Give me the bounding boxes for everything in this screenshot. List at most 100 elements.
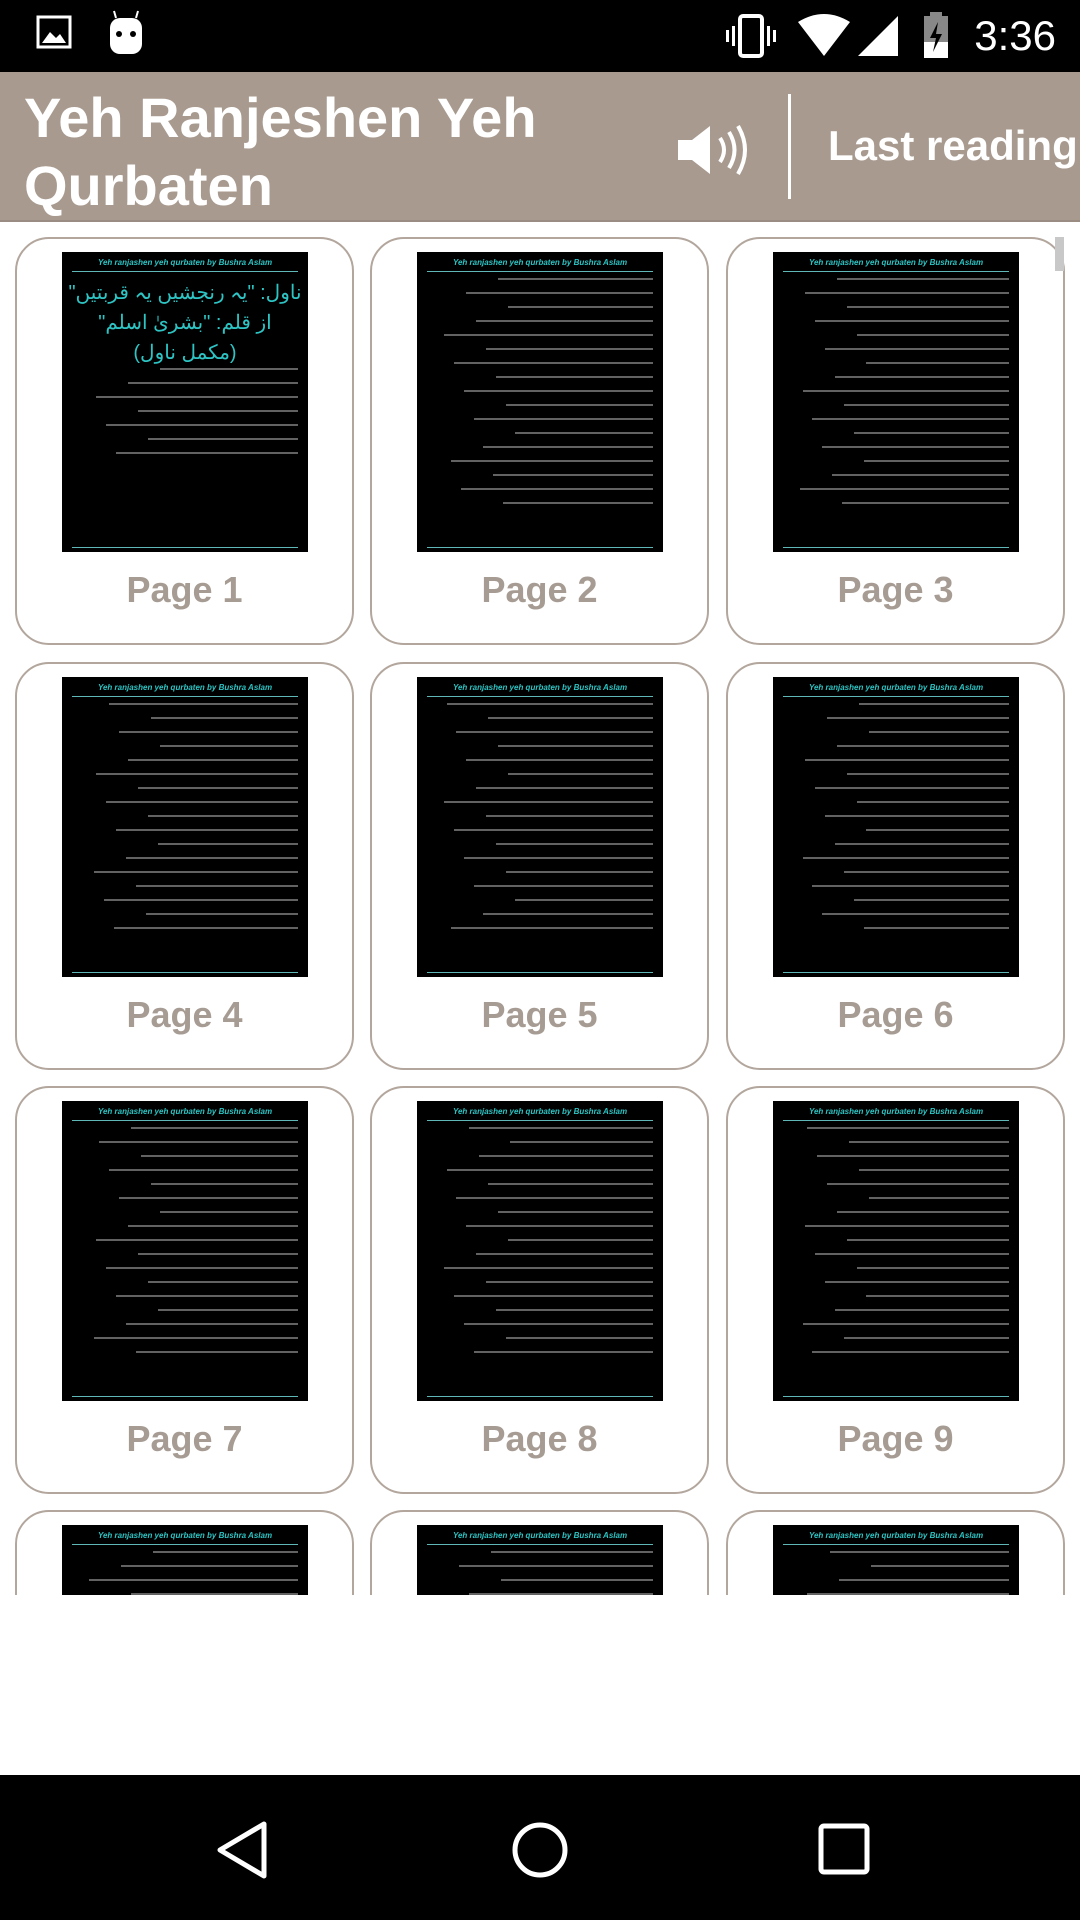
page-card[interactable]: Yeh ranjashen yeh qurbaten by Bushra Asl… xyxy=(370,662,709,1070)
text-line xyxy=(444,801,653,803)
text-line xyxy=(96,396,298,398)
divider xyxy=(427,271,653,272)
thumbnail-header: Yeh ranjashen yeh qurbaten by Bushra Asl… xyxy=(452,1531,628,1540)
text-line xyxy=(446,703,653,705)
text-line xyxy=(96,773,298,775)
text-line xyxy=(93,1337,298,1339)
text-line xyxy=(495,843,653,845)
page-thumbnail: Yeh ranjashen yeh qurbaten by Bushra Asl… xyxy=(773,677,1019,977)
battery-charging-icon xyxy=(924,12,948,58)
text-line xyxy=(832,474,1009,476)
text-line xyxy=(508,306,653,308)
text-line xyxy=(113,927,298,929)
last-reading-button[interactable]: Last reading xyxy=(828,122,1078,170)
text-line xyxy=(508,1239,653,1241)
text-line xyxy=(503,502,653,504)
text-line xyxy=(135,1351,298,1353)
text-line xyxy=(468,1593,653,1595)
text-line xyxy=(807,1127,1009,1129)
text-line xyxy=(476,1253,653,1255)
text-line xyxy=(859,1169,1009,1171)
thumbnail-header: Yeh ranjashen yeh qurbaten by Bushra Asl… xyxy=(808,258,984,267)
app-bar: Yeh Ranjeshen Yeh Qurbaten Last reading xyxy=(0,72,1080,222)
text-line xyxy=(453,362,653,364)
text-line xyxy=(160,745,298,747)
page-thumbnail: Yeh ranjashen yeh qurbaten by Bushra Asl… xyxy=(62,1525,308,1595)
home-icon[interactable] xyxy=(510,1820,570,1885)
text-line xyxy=(121,1565,298,1567)
back-icon[interactable] xyxy=(212,1820,272,1885)
text-line xyxy=(466,759,653,761)
thumbnail-header: Yeh ranjashen yeh qurbaten by Bushra Asl… xyxy=(97,1107,273,1116)
text-line xyxy=(483,446,653,448)
text-line xyxy=(89,1579,298,1581)
page-card[interactable]: Yeh ranjashen yeh qurbaten by Bushra Asl… xyxy=(726,1086,1065,1494)
text-line xyxy=(93,871,298,873)
text-line xyxy=(138,787,298,789)
divider xyxy=(72,547,298,548)
page-thumbnail: Yeh ranjashen yeh qurbaten by Bushra Asl… xyxy=(773,1525,1019,1595)
text-line xyxy=(812,418,1009,420)
page-card[interactable]: Yeh ranjashen yeh qurbaten by Bushra Asl… xyxy=(15,1510,354,1595)
text-line xyxy=(841,502,1009,504)
text-line xyxy=(859,703,1009,705)
text-line xyxy=(804,759,1009,761)
text-line xyxy=(856,334,1009,336)
page-grid: Yeh ranjashen yeh qurbaten by Bushra Asl… xyxy=(0,222,1080,1595)
text-line xyxy=(125,1323,298,1325)
text-line xyxy=(116,452,298,454)
thumbnail-header: Yeh ranjashen yeh qurbaten by Bushra Asl… xyxy=(808,1107,984,1116)
text-line xyxy=(466,292,653,294)
page-label: Page 4 xyxy=(126,994,243,1035)
divider xyxy=(427,1120,653,1121)
page-card[interactable]: Yeh ranjashen yeh qurbaten by Bushra Asl… xyxy=(726,1510,1065,1595)
text-line xyxy=(488,1183,653,1185)
page-label: Page 6 xyxy=(837,994,954,1035)
text-line xyxy=(822,913,1009,915)
page-card[interactable]: Yeh ranjashen yeh qurbaten by Bushra Asl… xyxy=(726,237,1065,645)
page-card[interactable]: Yeh ranjashen yeh qurbaten by Bushra Asl… xyxy=(370,1510,709,1595)
text-line xyxy=(128,1225,298,1227)
text-line xyxy=(864,927,1009,929)
page-thumbnail: Yeh ranjashen yeh qurbaten by Bushra Asl… xyxy=(62,252,308,552)
page-card[interactable]: Yeh ranjashen yeh qurbaten by Bushra Asl… xyxy=(15,662,354,1070)
page-card[interactable]: Yeh ranjashen yeh qurbaten by Bushra Asl… xyxy=(726,662,1065,1070)
thumbnail-header: Yeh ranjashen yeh qurbaten by Bushra Asl… xyxy=(452,258,628,267)
divider xyxy=(783,972,1009,973)
divider xyxy=(783,1544,1009,1545)
status-bar: 3:36 xyxy=(0,0,1080,72)
text-line xyxy=(804,292,1009,294)
divider xyxy=(72,271,298,272)
page-card[interactable]: Yeh ranjashen yeh qurbaten by Bushra Asl… xyxy=(15,1086,354,1494)
page-card[interactable]: Yeh ranjashen yeh qurbaten by Bushra Asl… xyxy=(15,237,354,645)
text-line xyxy=(814,320,1009,322)
scrollbar[interactable] xyxy=(1055,237,1064,271)
text-line xyxy=(485,1281,653,1283)
clock: 3:36 xyxy=(974,12,1056,59)
text-line xyxy=(498,278,653,280)
cover-line: ناول: "یہ رنجشیں یہ قربتیں" xyxy=(68,282,302,304)
page-thumbnail: Yeh ranjashen yeh qurbaten by Bushra Asl… xyxy=(773,252,1019,552)
text-line xyxy=(495,376,653,378)
page-label: Page 5 xyxy=(481,994,598,1035)
text-line xyxy=(485,815,653,817)
text-line xyxy=(466,1225,653,1227)
speaker-icon[interactable] xyxy=(676,122,752,178)
recents-icon[interactable] xyxy=(815,1820,875,1885)
text-line xyxy=(128,759,298,761)
text-line xyxy=(822,446,1009,448)
cover-line: (مکمل ناول) xyxy=(133,342,237,364)
text-line xyxy=(130,1127,298,1129)
text-line xyxy=(836,745,1009,747)
text-line xyxy=(846,306,1009,308)
text-line xyxy=(106,801,298,803)
divider xyxy=(783,1120,1009,1121)
text-line xyxy=(834,843,1009,845)
divider xyxy=(72,1120,298,1121)
page-card[interactable]: Yeh ranjashen yeh qurbaten by Bushra Asl… xyxy=(370,1086,709,1494)
page-card[interactable]: Yeh ranjashen yeh qurbaten by Bushra Asl… xyxy=(370,237,709,645)
page-title: Yeh Ranjeshen Yeh Qurbaten xyxy=(24,86,537,217)
text-line xyxy=(814,787,1009,789)
text-line xyxy=(446,1169,653,1171)
text-line xyxy=(476,787,653,789)
